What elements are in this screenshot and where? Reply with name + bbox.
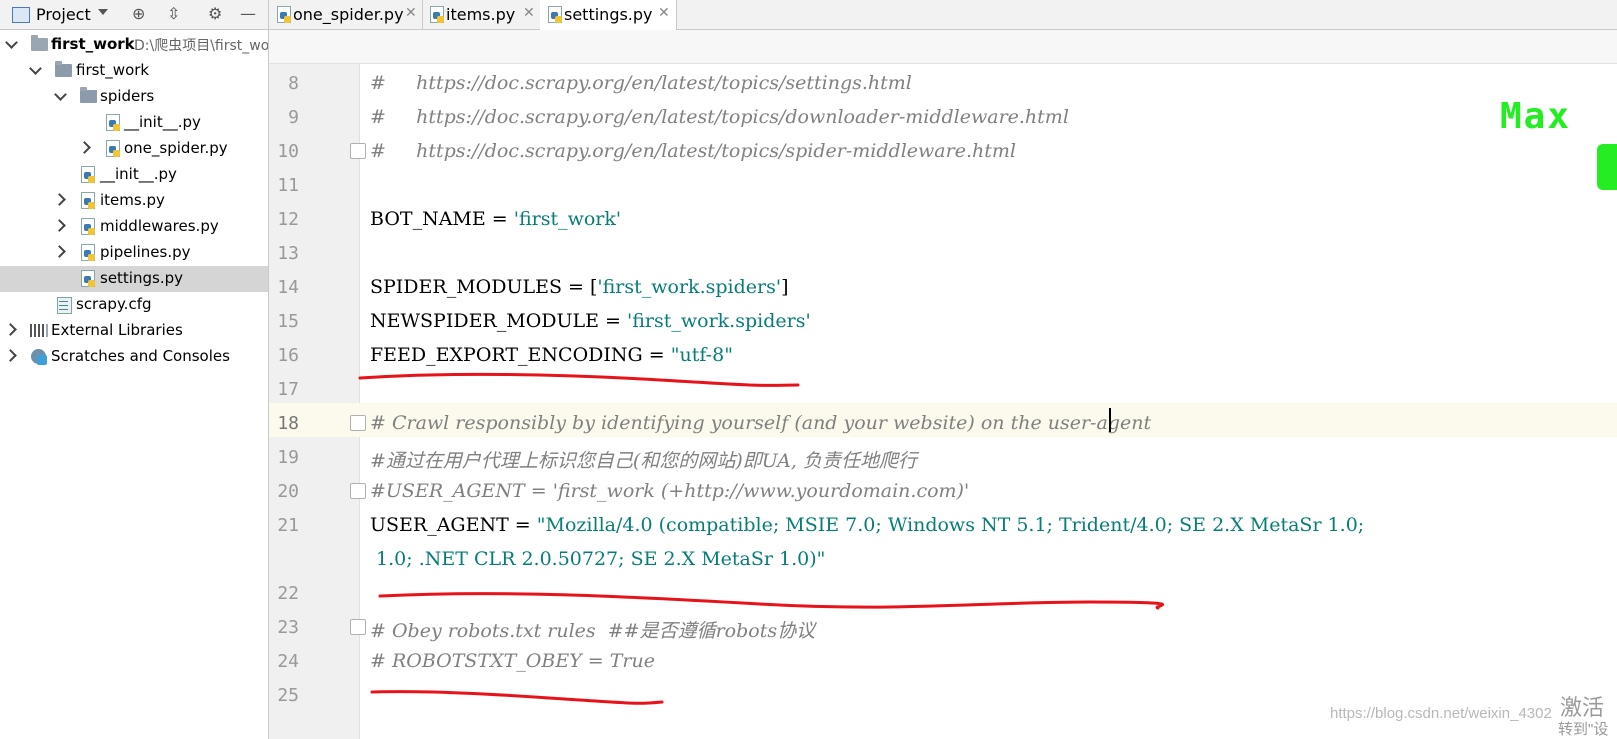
annotation-underline <box>370 690 664 705</box>
annotation-underline <box>378 592 1165 610</box>
annotation-underline <box>358 372 800 387</box>
annotation-layer <box>358 372 1165 705</box>
